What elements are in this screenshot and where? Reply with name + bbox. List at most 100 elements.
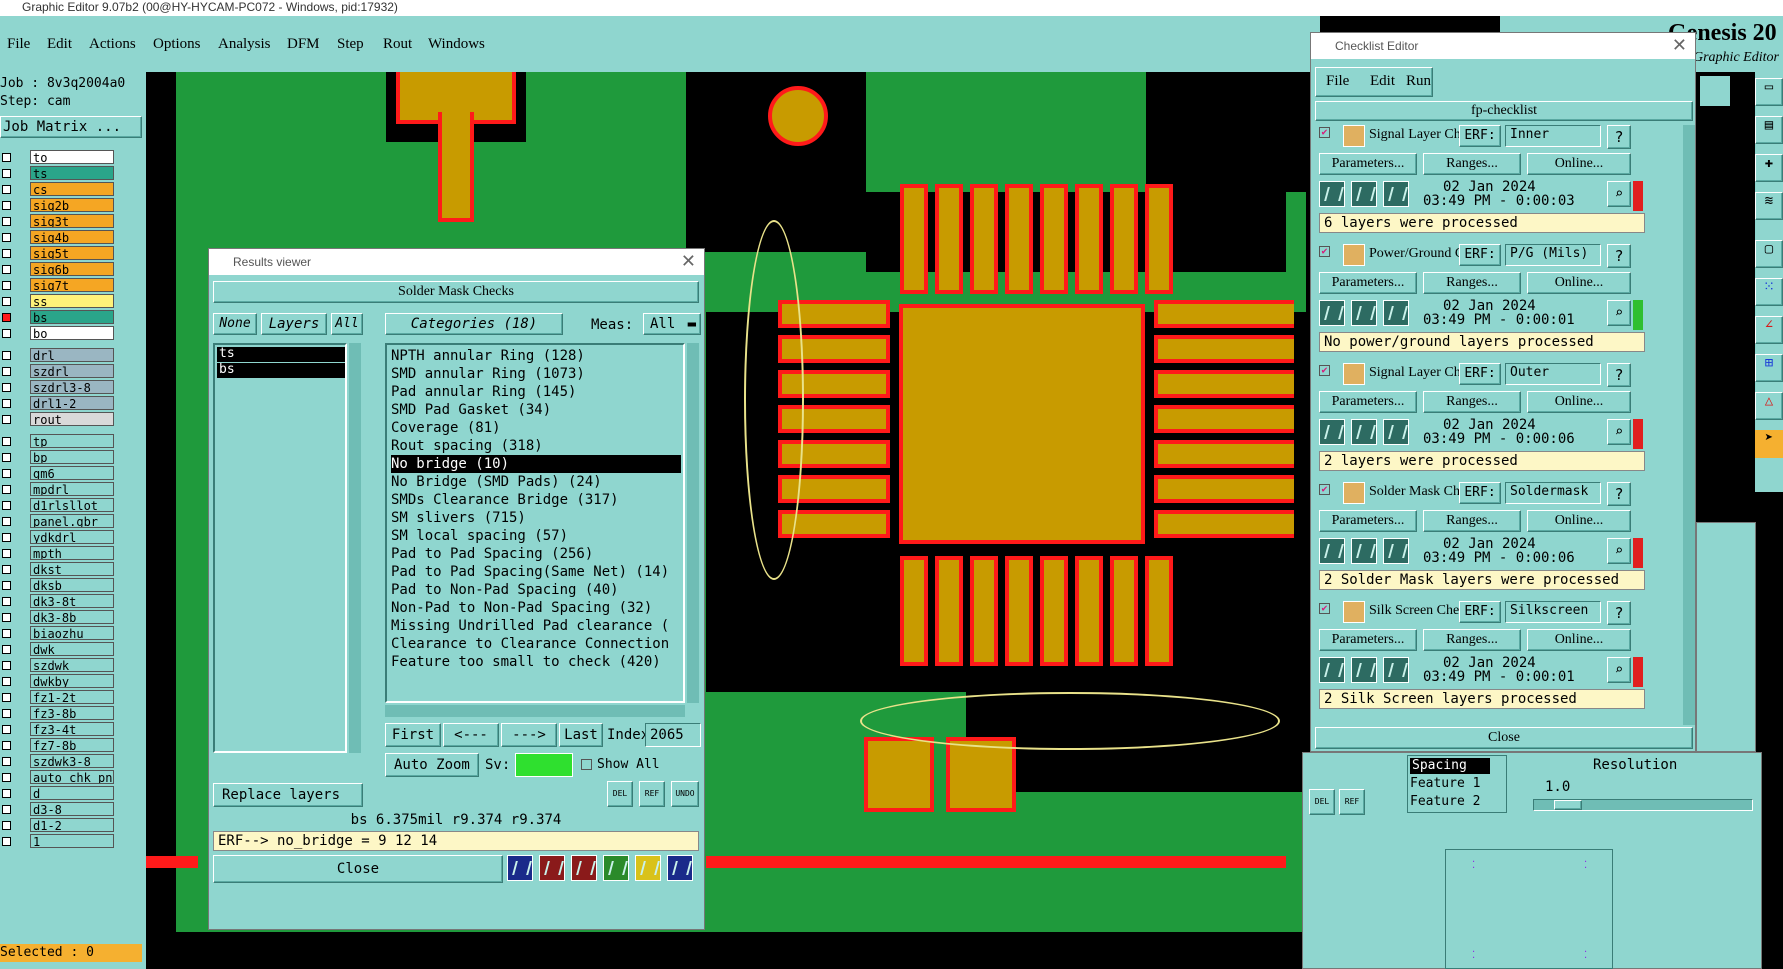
layer-row[interactable]: mpth (0, 546, 146, 561)
del-button[interactable]: DEL (1309, 789, 1335, 815)
layer-checkbox[interactable] (2, 399, 11, 408)
layer-checkbox[interactable] (2, 549, 11, 558)
icon-button[interactable] (507, 855, 533, 881)
toolbar-icon[interactable]: ▢ (1755, 240, 1783, 268)
row-checkbox[interactable]: ✔ (1319, 365, 1330, 376)
help-icon[interactable]: ? (1607, 601, 1631, 625)
spacing-item[interactable]: Feature 1 (1410, 776, 1480, 791)
layer-checkbox[interactable] (2, 661, 11, 670)
layer-row[interactable]: panel.gbr (0, 514, 146, 529)
layer-checkbox[interactable] (2, 297, 11, 306)
layer-row[interactable]: sig7t (0, 278, 146, 293)
layer-name[interactable]: bp (30, 450, 114, 464)
layer-name[interactable]: d (30, 786, 114, 800)
row-checkbox[interactable]: ✔ (1319, 603, 1330, 614)
toolbar-icon[interactable]: ▭ (1755, 78, 1783, 106)
run-icon[interactable] (1319, 181, 1345, 207)
resolution-slider[interactable] (1533, 799, 1753, 811)
help-icon[interactable]: ? (1607, 125, 1631, 149)
category-item[interactable]: Non-Pad to Non-Pad Spacing (32) (391, 599, 681, 617)
checklist-close-button[interactable]: Close (1315, 727, 1693, 749)
layer-name[interactable]: ss (30, 294, 114, 308)
layer-checkbox[interactable] (2, 501, 11, 510)
results-close-button[interactable]: Close (213, 855, 503, 883)
layer-name[interactable]: panel.gbr (30, 514, 114, 528)
layer-checkbox[interactable] (2, 453, 11, 462)
layer-checkbox[interactable] (2, 517, 11, 526)
layer-checkbox[interactable] (2, 281, 11, 290)
layer-row[interactable]: cs (0, 182, 146, 197)
chart-icon[interactable] (667, 855, 693, 881)
layer-name[interactable]: auto_chk_pn (30, 770, 114, 784)
first-button[interactable]: First (385, 723, 441, 747)
last-button[interactable]: Last (559, 723, 603, 747)
prev-button[interactable]: <--- (443, 723, 499, 747)
layer-row[interactable]: ydkdrl (0, 530, 146, 545)
auto-zoom-select[interactable]: Auto Zoom (385, 753, 479, 777)
layer-name[interactable]: bs (30, 310, 114, 324)
help-icon[interactable]: ? (1607, 482, 1631, 506)
help-icon[interactable]: ? (1607, 244, 1631, 268)
layer-row[interactable]: fz1-2t (0, 690, 146, 705)
layer-checkbox[interactable] (2, 153, 11, 162)
layer-name[interactable]: fz3-4t (30, 722, 114, 736)
icon-button[interactable] (539, 855, 565, 881)
category-item[interactable]: Feature too small to check (420) (391, 653, 681, 671)
layer-name[interactable]: sig6b (30, 262, 114, 276)
toolbar-icon[interactable]: △ (1755, 392, 1783, 420)
parameters-button[interactable]: Parameters... (1319, 629, 1417, 651)
layer-checkbox[interactable] (2, 677, 11, 686)
job-matrix-button[interactable]: Job Matrix ... (0, 116, 142, 138)
layer-checkbox[interactable] (2, 805, 11, 814)
show-all-checkbox[interactable] (581, 759, 592, 770)
layer-name[interactable]: fz7-8b (30, 738, 114, 752)
layer-checkbox[interactable] (2, 613, 11, 622)
erf-value[interactable]: P/G (Mils) (1505, 244, 1601, 266)
layer-row[interactable]: ss (0, 294, 146, 309)
layer-checkbox[interactable] (2, 741, 11, 750)
replace-layers-select[interactable]: Replace layers (213, 783, 363, 807)
menu-edit[interactable]: Edit (47, 36, 72, 53)
layer-name[interactable]: mpdrl (30, 482, 114, 496)
toolbar-icon[interactable]: ∠ (1755, 316, 1783, 344)
layer-name[interactable]: tp (30, 434, 114, 448)
run-icon[interactable] (1319, 300, 1345, 326)
layer-checkbox[interactable] (2, 249, 11, 258)
layer-name[interactable]: d1rlsllot (30, 498, 114, 512)
layer-row[interactable]: dwk (0, 642, 146, 657)
run-icon[interactable] (1351, 181, 1377, 207)
run-icon[interactable] (1383, 538, 1409, 564)
layer-checkbox[interactable] (2, 837, 11, 846)
category-item[interactable]: SM local spacing (57) (391, 527, 681, 545)
layer-checkbox[interactable] (2, 217, 11, 226)
category-item[interactable]: NPTH annular Ring (128) (391, 347, 681, 365)
layer-row[interactable]: sig2b (0, 198, 146, 213)
layer-result-item[interactable]: bs (217, 363, 345, 378)
layer-name[interactable]: dwkby (30, 674, 114, 688)
erf-button[interactable]: ERF: (1459, 244, 1501, 266)
checklist-scrollbar[interactable] (1683, 125, 1695, 725)
online-button[interactable]: Online... (1527, 153, 1631, 175)
layer-name[interactable]: ts (30, 166, 114, 180)
run-icon[interactable] (1351, 300, 1377, 326)
layer-name[interactable]: sig3t (30, 214, 114, 228)
layer-row[interactable]: bp (0, 450, 146, 465)
layer-name[interactable]: szdwk (30, 658, 114, 672)
layer-name[interactable]: to (30, 150, 114, 164)
close-icon[interactable]: ✕ (681, 249, 696, 273)
ranges-button[interactable]: Ranges... (1423, 272, 1521, 294)
index-input[interactable]: 2065 (645, 723, 701, 747)
ranges-button[interactable]: Ranges... (1423, 153, 1521, 175)
online-button[interactable]: Online... (1527, 629, 1631, 651)
layer-row[interactable]: rout (0, 412, 146, 427)
ranges-button[interactable]: Ranges... (1423, 391, 1521, 413)
layer-row[interactable]: dksb (0, 578, 146, 593)
category-item[interactable]: Pad annular Ring (145) (391, 383, 681, 401)
zoom-icon[interactable]: ⌕ (1607, 657, 1631, 683)
layer-row[interactable]: szdrl3-8 (0, 380, 146, 395)
layer-name[interactable]: dkst (30, 562, 114, 576)
erf-button[interactable]: ERF: (1459, 363, 1501, 385)
layer-name[interactable]: szdrl3-8 (30, 380, 114, 394)
icon-button[interactable] (635, 855, 661, 881)
layer-row[interactable]: dkst (0, 562, 146, 577)
